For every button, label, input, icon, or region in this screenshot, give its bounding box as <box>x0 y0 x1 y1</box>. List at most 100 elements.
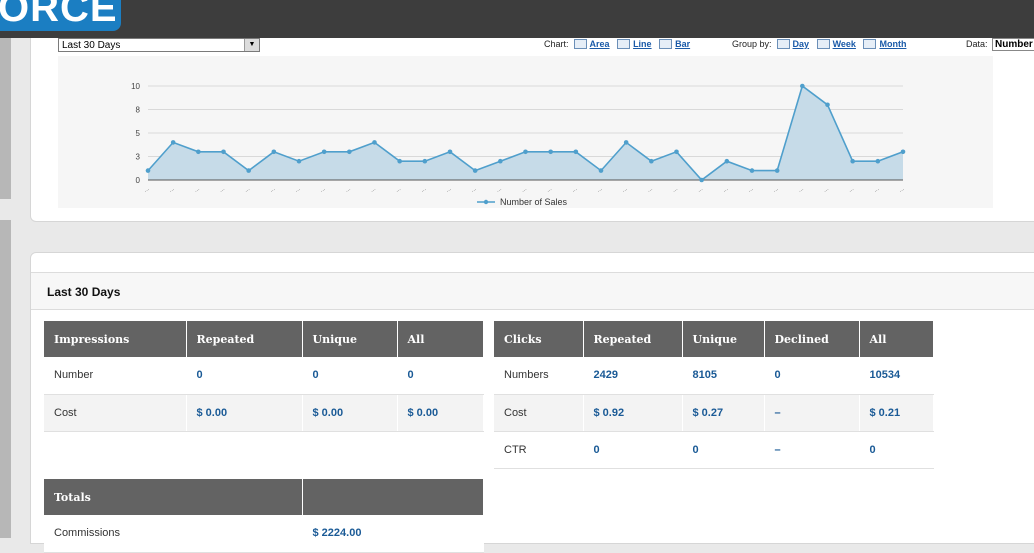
impressions-table: Impressions Repeated Unique All Number 0 0 0 Co… <box>44 321 484 432</box>
top-header-bar <box>0 0 1034 38</box>
x-tick-label: ... <box>672 186 680 194</box>
stats-section-header <box>31 272 1034 310</box>
chart-type-line-link[interactable]: Line <box>633 39 652 49</box>
legend-label: Number of Sales <box>500 197 568 207</box>
data-point <box>498 158 503 164</box>
data-point <box>271 149 277 155</box>
data-point <box>321 149 327 155</box>
stat-value: $ 0.00 <box>186 394 303 432</box>
x-tick-label: ... <box>848 186 856 194</box>
period-select-value: Last 30 Days <box>62 40 121 51</box>
x-tick-label: ... <box>344 186 352 194</box>
chart-type-area-link[interactable]: Area <box>590 39 610 49</box>
table-row: Cost $ 0.00 $ 0.00 $ 0.00 <box>44 394 484 432</box>
y-tick-label: 8 <box>136 106 141 115</box>
x-tick-label: ... <box>445 186 453 194</box>
data-point <box>548 149 553 155</box>
y-tick-label: 0 <box>136 176 141 185</box>
data-select[interactable]: Number <box>992 38 1034 51</box>
group-by-month-link[interactable]: Month <box>879 39 906 49</box>
data-point <box>170 140 176 145</box>
line-chart-icon[interactable] <box>617 39 631 49</box>
clicks-header-row: Clicks Repeated Unique Declined All <box>494 321 934 357</box>
stat-value: 0 <box>682 431 765 469</box>
group-by-day-link[interactable]: Day <box>793 39 810 49</box>
y-tick-label: 3 <box>136 153 141 162</box>
data-point <box>623 140 629 145</box>
clicks-header-cell: Repeated <box>583 321 683 357</box>
chevron-down-icon[interactable]: ▼ <box>244 39 259 51</box>
totals-header-row: Totals <box>44 479 484 515</box>
row-label: Cost <box>494 394 584 432</box>
x-tick-label: ... <box>269 186 277 194</box>
area-chart-icon[interactable] <box>573 39 587 49</box>
data-point <box>825 102 830 108</box>
data-point <box>598 168 604 173</box>
stat-value: 8105 <box>682 357 765 395</box>
week-calendar-icon[interactable] <box>816 39 830 49</box>
period-select[interactable]: Last 30 Days ▼ <box>58 38 260 52</box>
section-title: Last 30 Days <box>47 285 121 299</box>
month-calendar-icon[interactable] <box>863 39 877 49</box>
row-label: Cost <box>44 394 187 432</box>
data-point <box>472 168 478 173</box>
clicks-header-cell: Declined <box>764 321 860 357</box>
impressions-header-cell: Repeated <box>186 321 303 357</box>
table-row: Commissions $ 2224.00 <box>44 515 484 553</box>
x-tick-label: ... <box>772 186 780 194</box>
stat-value: 0 <box>583 431 683 469</box>
x-tick-label: ... <box>546 186 554 194</box>
y-tick-label: 5 <box>136 129 141 138</box>
x-tick-label: ... <box>420 186 428 194</box>
data-point <box>347 149 352 155</box>
clicks-header-cell: All <box>859 321 934 357</box>
x-tick-label: ... <box>244 186 252 194</box>
group-by-week-link[interactable]: Week <box>833 39 856 49</box>
data-point <box>724 158 730 164</box>
data-point <box>447 149 453 155</box>
x-tick-label: ... <box>596 186 604 194</box>
data-point <box>221 149 226 155</box>
data-point <box>246 168 251 173</box>
x-tick-label: ... <box>898 186 906 194</box>
clicks-header-cell: Clicks <box>494 321 584 357</box>
table-row: Number 0 0 0 <box>44 357 484 395</box>
chart-type-bar-link[interactable]: Bar <box>675 39 690 49</box>
stat-value: – <box>764 431 860 469</box>
brand-logo[interactable]: ORCE <box>0 0 121 31</box>
stat-value: $ 0.00 <box>397 394 484 432</box>
stat-value: 0 <box>186 357 303 395</box>
stat-value: – <box>764 394 860 432</box>
bar-chart-icon[interactable] <box>659 39 673 49</box>
data-point <box>875 158 881 164</box>
data-point <box>800 83 805 89</box>
data-point <box>850 158 855 164</box>
x-tick-label: ... <box>319 186 327 194</box>
clicks-header-cell: Unique <box>682 321 765 357</box>
x-tick-label: ... <box>193 186 201 194</box>
chart-type-controls: Chart: Area Line Bar <box>544 38 690 50</box>
x-tick-label: ... <box>823 186 831 194</box>
data-point <box>649 158 654 164</box>
day-calendar-icon[interactable] <box>776 39 790 49</box>
x-tick-label: ... <box>797 186 805 194</box>
group-by-label: Group by: <box>732 39 772 49</box>
stat-value: $ 0.00 <box>302 394 398 432</box>
table-row: CTR 0 0–0 <box>494 431 934 469</box>
data-point <box>900 149 906 155</box>
data-point <box>774 168 780 173</box>
stat-value: 0 <box>397 357 484 395</box>
stat-value: 0 <box>302 357 398 395</box>
impressions-header-row: Impressions Repeated Unique All <box>44 321 484 357</box>
impressions-body: Number 0 0 0 Cost $ 0.00 $ 0.00 $ 0.00 <box>44 357 484 432</box>
totals-table: Totals Commissions $ 2224.00 <box>44 479 484 553</box>
data-point <box>749 168 755 173</box>
stat-value: 0 <box>859 431 934 469</box>
impressions-header-cell: Unique <box>302 321 398 357</box>
sales-chart-svg: 0 3 5 8 10..................................… <box>131 82 906 207</box>
sales-chart: 0 3 5 8 10..................................… <box>58 56 993 208</box>
data-point <box>573 149 579 155</box>
x-tick-label: ... <box>697 186 705 194</box>
data-point <box>674 149 679 155</box>
totals-body: Commissions $ 2224.00 <box>44 515 484 553</box>
